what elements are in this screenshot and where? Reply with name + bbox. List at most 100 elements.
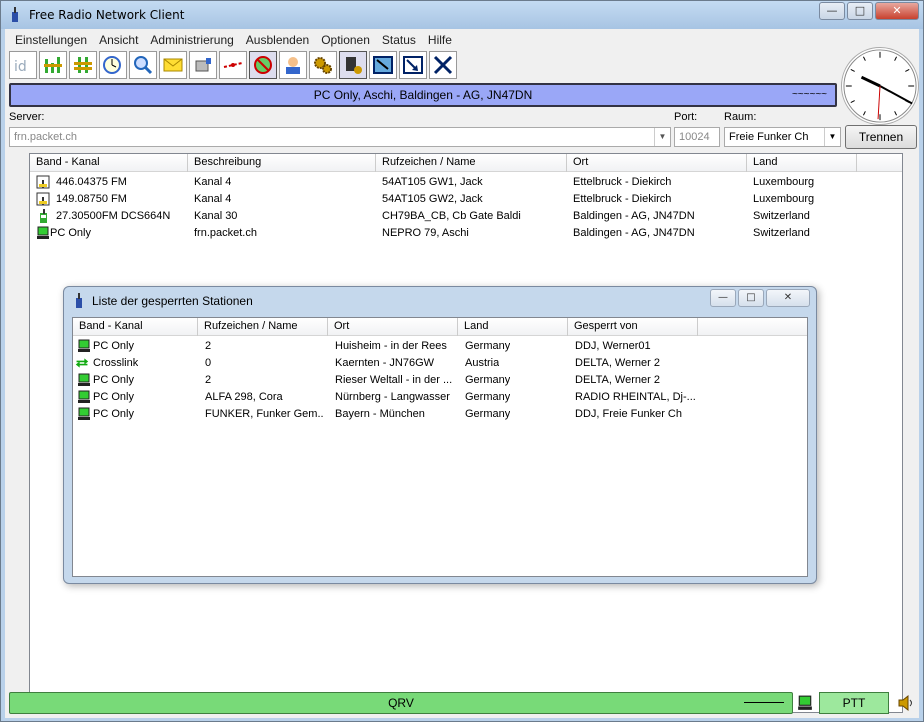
maximize-button[interactable]: □	[847, 2, 873, 20]
speaker-icon[interactable]	[897, 694, 915, 712]
list-item[interactable]: PC Only 2 Rieser Weltall - in der ... Ge…	[73, 372, 807, 389]
chevron-down-icon[interactable]: ▼	[654, 128, 670, 146]
no-icon[interactable]	[249, 51, 277, 79]
ort: Nürnberg - Langwasser	[335, 391, 450, 403]
col-band[interactable]: Band - Kanal	[30, 154, 188, 172]
col-ort[interactable]: Ort	[328, 318, 458, 336]
band: PC Only	[93, 408, 134, 420]
table-row[interactable]: PC Only frn.packet.ch NEPRO 79, Aschi Ba…	[30, 225, 902, 242]
bars-icon[interactable]	[39, 51, 67, 79]
band: 149.08750 FM	[56, 193, 127, 205]
callsign: ALFA 298, Cora	[205, 391, 283, 403]
blocked-list-header: Band - Kanal Rufzeichen / Name Ort Land …	[73, 318, 807, 336]
menu-ansicht[interactable]: Ansicht	[93, 31, 144, 49]
crosslink-icon	[75, 358, 89, 368]
col-rufzeichen[interactable]: Rufzeichen / Name	[198, 318, 328, 336]
land: Luxembourg	[753, 176, 815, 188]
title-bar[interactable]: Free Radio Network Client — □ ✕	[1, 1, 923, 29]
status-text: QRV	[388, 696, 414, 710]
pc-icon	[37, 226, 49, 239]
menu-hilfe[interactable]: Hilfe	[422, 31, 458, 49]
callsign: 54AT105 GW1, Jack	[382, 176, 483, 188]
gears-icon[interactable]	[309, 51, 337, 79]
table-row[interactable]: 27.30500FM DCS664N Kanal 30 CH79BA_CB, C…	[30, 208, 902, 225]
menu-ausblenden[interactable]: Ausblenden	[240, 31, 315, 49]
land: Germany	[465, 374, 511, 386]
ort: Baldingen - AG, JN47DN	[573, 227, 695, 239]
callsign: 54AT105 GW2, Jack	[382, 193, 483, 205]
pc-icon	[78, 373, 90, 386]
list-item[interactable]: PC Only 2 Huisheim - in der Rees Germany…	[73, 338, 807, 355]
user-icon[interactable]	[279, 51, 307, 79]
col-land[interactable]: Land	[458, 318, 568, 336]
port-label: Port:	[674, 111, 698, 123]
menu-bar: Einstellungen Ansicht Administrierung Au…	[9, 31, 458, 49]
banner-text: PC Only, Aschi, Baldingen - AG, JN47DN	[313, 88, 533, 102]
link-icon[interactable]	[219, 51, 247, 79]
dialog-minimize-button[interactable]: —	[710, 289, 736, 307]
minimize-button[interactable]: —	[819, 2, 845, 20]
toolbar: id	[9, 51, 459, 81]
svg-text:id: id	[14, 59, 27, 75]
server-combo[interactable]: frn.packet.ch ▼	[9, 127, 671, 147]
land: Switzerland	[753, 210, 810, 222]
level-icon[interactable]	[69, 51, 97, 79]
col-gesperrt-von[interactable]: Gesperrt von	[568, 318, 698, 336]
list-header: Band - Kanal Beschreibung Rufzeichen / N…	[30, 154, 902, 172]
band: PC Only	[93, 340, 134, 352]
port-field[interactable]: 10024	[674, 127, 720, 147]
menu-einstellungen[interactable]: Einstellungen	[9, 31, 93, 49]
server-value: frn.packet.ch	[14, 131, 77, 143]
hand-icon[interactable]	[189, 51, 217, 79]
col-beschreibung[interactable]: Beschreibung	[188, 154, 376, 172]
list-item[interactable]: PC Only ALFA 298, Cora Nürnberg - Langwa…	[73, 389, 807, 406]
menu-administrierung[interactable]: Administrierung	[144, 31, 239, 49]
band: 446.04375 FM	[56, 176, 127, 188]
ort: Ettelbruck - Diekirch	[573, 176, 672, 188]
close-button[interactable]: ✕	[875, 2, 919, 20]
dialog-close-button[interactable]: ✕	[766, 289, 810, 307]
clock-icon[interactable]	[99, 51, 127, 79]
ort: Kaernten - JN76GW	[335, 357, 435, 369]
col-rufzeichen[interactable]: Rufzeichen / Name	[376, 154, 567, 172]
pc-icon	[78, 339, 90, 352]
list-item[interactable]: Crosslink 0 Kaernten - JN76GW Austria DE…	[73, 355, 807, 372]
disconnect-button[interactable]: Trennen	[845, 125, 917, 149]
menu-optionen[interactable]: Optionen	[315, 31, 376, 49]
level-line	[744, 702, 784, 703]
list-item[interactable]: PC Only FUNKER, Funker Gem... Bayern - M…	[73, 406, 807, 423]
port-value: 10024	[679, 131, 710, 143]
signal-wave: ~~~~~~	[791, 89, 827, 100]
band: 27.30500FM DCS664N	[56, 210, 171, 222]
map-icon[interactable]	[369, 51, 397, 79]
chevron-down-icon[interactable]: ▼	[824, 128, 840, 146]
mail-icon[interactable]	[159, 51, 187, 79]
room-combo[interactable]: Freie Funker Ch ▼	[724, 127, 841, 147]
band: Crosslink	[93, 357, 139, 369]
arrow-icon[interactable]	[399, 51, 427, 79]
dialog-maximize-button[interactable]: □	[738, 289, 764, 307]
ort: Rieser Weltall - in der ...	[335, 374, 453, 386]
callsign: 0	[205, 357, 212, 369]
app-icon	[12, 7, 18, 22]
menu-status[interactable]: Status	[376, 31, 422, 49]
id-icon[interactable]: id	[9, 51, 37, 79]
col-ort[interactable]: Ort	[567, 154, 747, 172]
land: Luxembourg	[753, 193, 815, 205]
blocked-list: Band - Kanal Rufzeichen / Name Ort Land …	[72, 317, 808, 577]
col-land[interactable]: Land	[747, 154, 857, 172]
land: Germany	[465, 340, 511, 352]
cross-icon[interactable]	[429, 51, 457, 79]
callsign: CH79BA_CB, Cb Gate Baldi	[382, 210, 521, 222]
app-window: Free Radio Network Client — □ ✕ Einstell…	[0, 0, 924, 722]
table-row[interactable]: 149.08750 FM Kanal 4 54AT105 GW2, Jack E…	[30, 191, 902, 208]
ort: Baldingen - AG, JN47DN	[573, 210, 695, 222]
table-row[interactable]: 446.04375 FM Kanal 4 54AT105 GW1, Jack E…	[30, 174, 902, 191]
station-icon[interactable]	[339, 51, 367, 79]
band: PC Only	[50, 227, 91, 239]
col-band[interactable]: Band - Kanal	[73, 318, 198, 336]
ort: Ettelbruck - Diekirch	[573, 193, 672, 205]
search-icon[interactable]	[129, 51, 157, 79]
land: Austria	[465, 357, 500, 369]
ptt-button[interactable]: PTT	[819, 692, 889, 714]
